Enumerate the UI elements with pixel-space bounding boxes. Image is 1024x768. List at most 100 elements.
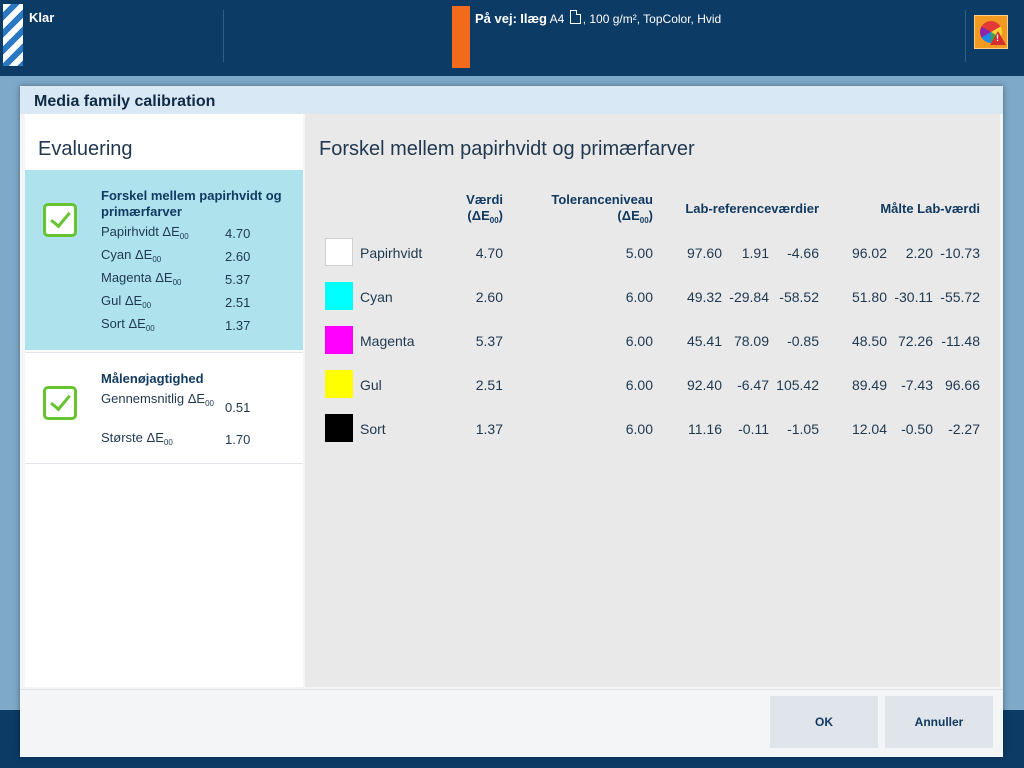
column-header-line: Toleranceniveau: [551, 192, 653, 207]
card-row-value: 1.70: [225, 432, 251, 447]
cell-ref-b: -58.52: [779, 289, 819, 305]
status-divider: [965, 10, 966, 62]
table-row: Sort 1.37 6.00 11.16 -0.11 -1.05 12.04 -…: [305, 414, 1000, 444]
cell-value: 5.37: [475, 333, 503, 349]
cell-ref-l: 49.32: [686, 289, 722, 305]
cell-tolerance: 6.00: [625, 421, 653, 437]
cell-value: 4.70: [475, 245, 503, 261]
warning-icon: !: [990, 31, 1006, 45]
table-row: Magenta 5.37 6.00 45.41 78.09 -0.85 48.5…: [305, 326, 1000, 356]
card-row-label: Papirhvidt ΔE: [101, 224, 180, 239]
dialog-title: Media family calibration: [34, 93, 216, 110]
cell-measured-a: 72.26: [897, 333, 933, 349]
card-row-sub: 00: [205, 399, 214, 408]
cell-ref-a: -6.47: [737, 377, 769, 393]
cell-measured-l: 89.49: [851, 377, 887, 393]
cell-ref-a: -0.11: [738, 421, 769, 437]
checkmark-icon: [43, 203, 77, 237]
job-media: , 100 g/m², TopColor, Hvid: [582, 12, 722, 26]
cell-measured-a: -30.11: [894, 289, 933, 305]
column-header-line: Værdi: [466, 192, 503, 207]
color-swatch: [325, 370, 353, 398]
card-row-value: 0.51: [225, 400, 251, 415]
row-name: Gul: [360, 377, 382, 393]
cell-measured-l: 96.02: [851, 245, 887, 261]
job-tray: Ilæg: [520, 11, 547, 26]
card-row-sub: 00: [163, 438, 173, 447]
column-header-sub: 00: [639, 216, 649, 225]
status-divider: [223, 10, 224, 62]
cell-measured-l: 48.50: [851, 333, 887, 349]
card-row-value: 2.60: [225, 249, 251, 264]
printer-status-label: Klar: [29, 10, 55, 25]
table-row: Gul 2.51 6.00 92.40 -6.47 105.42 89.49 -…: [305, 370, 1000, 400]
row-name: Papirhvidt: [360, 245, 423, 261]
cell-ref-a: 78.09: [733, 333, 769, 349]
card-row-label: Gennemsnitlig ΔE: [101, 391, 206, 406]
job-progress-marker: [452, 6, 470, 68]
cell-measured-b: -11.48: [941, 333, 980, 349]
table-row: Cyan 2.60 6.00 49.32 -29.84 -58.52 51.80…: [305, 282, 1000, 312]
column-header-sub: 00: [489, 216, 499, 225]
cell-measured-b: -10.73: [940, 245, 980, 261]
cell-ref-b: 105.42: [776, 377, 819, 393]
evaluation-card-color-difference[interactable]: Forskel mellem papirhvidt og primærfarve…: [25, 170, 303, 350]
column-header-line: (ΔE: [617, 208, 640, 223]
cell-value: 1.37: [475, 421, 503, 437]
card-row-label: Cyan ΔE: [101, 247, 153, 262]
card-row-sub: 00: [142, 301, 152, 310]
card-row-label: Sort ΔE: [101, 316, 146, 331]
card-row-sub: 00: [179, 232, 189, 241]
cell-measured-l: 51.80: [851, 289, 887, 305]
color-swatch: [325, 414, 353, 442]
column-header-value: Værdi (ΔE00): [445, 192, 503, 229]
column-header-lab-measured: Målte Lab-værdi: [880, 201, 980, 216]
cell-tolerance: 6.00: [625, 289, 653, 305]
job-prefix: På vej:: [475, 11, 517, 26]
ok-button[interactable]: OK: [770, 696, 878, 748]
detail-panel: Forskel mellem papirhvidt og primærfarve…: [305, 114, 1000, 687]
cell-measured-b: -55.72: [940, 289, 980, 305]
cell-measured-b: -2.27: [948, 421, 980, 437]
color-swatch: [325, 282, 353, 310]
card-row-value: 2.51: [225, 295, 251, 310]
column-header-close: ): [648, 208, 653, 223]
cancel-button[interactable]: Annuller: [885, 696, 993, 748]
card-row-label: Gul ΔE: [101, 293, 143, 308]
cell-measured-b: 96.66: [944, 377, 980, 393]
job-size: A4: [549, 12, 565, 26]
evaluation-panel: Evaluering Forskel mellem papirhvidt og …: [25, 114, 303, 687]
cell-value: 2.51: [475, 377, 503, 393]
card-row-value: 4.70: [225, 226, 251, 241]
cell-measured-a: 2.20: [905, 245, 933, 261]
color-swatch: [325, 326, 353, 354]
detail-heading: Forskel mellem papirhvidt og primærfarve…: [319, 138, 695, 160]
color-quality-button[interactable]: !: [974, 15, 1008, 49]
card-row-sub: 00: [145, 324, 155, 333]
cell-ref-l: 45.41: [686, 333, 722, 349]
card-row-value: 1.37: [225, 318, 251, 333]
row-name: Cyan: [360, 289, 393, 305]
card-title: Målenøjagtighed: [101, 371, 204, 386]
job-info: På vej: Ilæg A4 , 100 g/m², TopColor, Hv…: [475, 10, 721, 26]
cell-ref-l: 92.40: [686, 377, 722, 393]
card-row-value: 5.37: [225, 272, 251, 287]
cell-tolerance: 6.00: [625, 377, 653, 393]
cell-ref-l: 11.16: [688, 421, 722, 437]
cell-ref-b: -0.85: [787, 333, 819, 349]
cell-measured-l: 12.04: [851, 421, 887, 437]
column-header-close: ): [498, 208, 503, 223]
row-name: Sort: [360, 421, 386, 437]
color-swatch: [325, 238, 353, 266]
cell-measured-a: -0.50: [901, 421, 933, 437]
cell-tolerance: 5.00: [625, 245, 653, 261]
cell-value: 2.60: [475, 289, 503, 305]
printer-status-indicator: [3, 4, 23, 66]
column-header-lab-reference: Lab-referenceværdier: [685, 201, 819, 216]
cell-tolerance: 6.00: [625, 333, 653, 349]
evaluation-heading: Evaluering: [38, 138, 133, 160]
dialog-footer: OK Annuller: [20, 689, 1003, 757]
evaluation-card-measurement-accuracy[interactable]: Målenøjagtighed Gennemsnitlig ΔE00 0.51 …: [25, 352, 303, 464]
status-bar: Klar På vej: Ilæg A4 , 100 g/m², TopColo…: [0, 0, 1024, 76]
card-row-sub: 00: [172, 278, 182, 287]
